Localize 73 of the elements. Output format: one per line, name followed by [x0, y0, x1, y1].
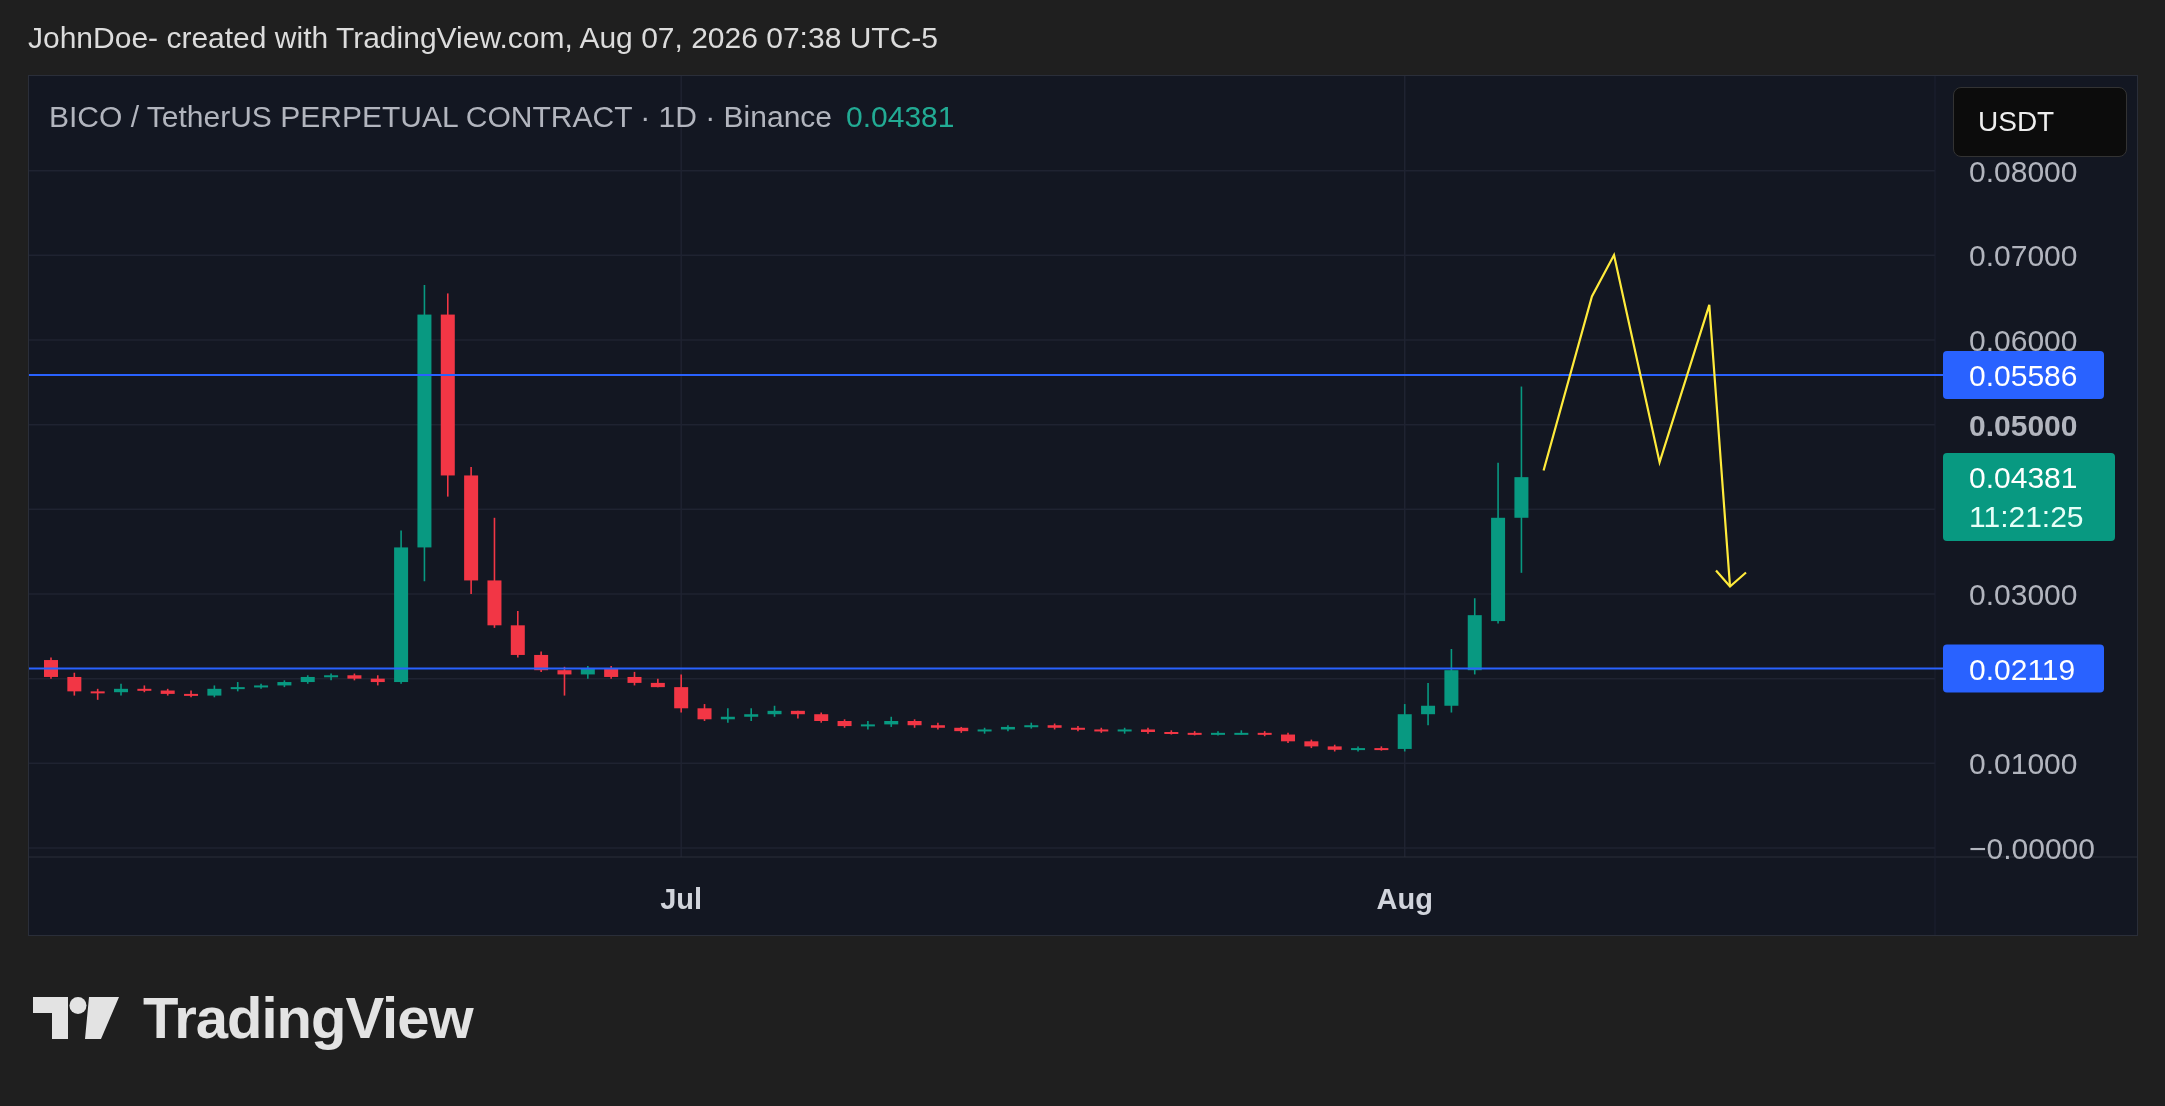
- candle: [814, 711, 829, 724]
- axis-label: Aug: [1376, 883, 1433, 915]
- candle: [230, 681, 245, 693]
- candle: [1047, 722, 1062, 731]
- candle: [1024, 721, 1039, 730]
- candle: [650, 677, 665, 688]
- candle: [1234, 729, 1249, 736]
- price-label: 0.02119: [1943, 644, 2104, 693]
- candle: [90, 688, 105, 701]
- candle: [300, 674, 315, 685]
- horizontal-line[interactable]: [29, 374, 1944, 377]
- candle: [534, 650, 549, 673]
- candle: [347, 672, 362, 682]
- candle: [1094, 726, 1109, 734]
- candle: [557, 666, 572, 697]
- axis-label: 0.05000: [1969, 408, 2078, 442]
- candle: [1397, 703, 1412, 753]
- logo-icon: [33, 996, 119, 1039]
- axis-label: 0.03000: [1969, 578, 2078, 611]
- brand-name: TradingView: [143, 984, 473, 1051]
- last-price: 0.04381: [846, 100, 955, 134]
- chart-caption: JohnDoe- created with TradingView.com, Aug 07, 2026 07:38 UTC-5: [28, 20, 938, 55]
- candle: [137, 684, 152, 693]
- candle: [744, 707, 759, 722]
- candle: [1304, 738, 1319, 749]
- candle: [277, 679, 292, 688]
- candle: [67, 671, 82, 697]
- axis-label: −0.00000: [1969, 832, 2095, 865]
- candle: [977, 726, 992, 735]
- candle: [674, 673, 689, 714]
- zigzag-arrow-drawing[interactable]: [1542, 251, 1747, 589]
- axis-label: 0.01000: [1969, 747, 2078, 781]
- candle: [510, 610, 525, 659]
- candle: [790, 710, 805, 720]
- currency-button[interactable]: USDT: [1953, 87, 2127, 157]
- candle: [1421, 682, 1436, 727]
- candle: [907, 718, 922, 729]
- candle: [184, 689, 199, 699]
- axis-label: Jul: [660, 883, 703, 915]
- candle: [720, 707, 735, 724]
- symbol-title: BICO / TetherUS PERPETUAL CONTRACT · 1D · Binance: [49, 100, 832, 134]
- candle: [1374, 745, 1389, 752]
- candle: [954, 726, 969, 734]
- candle: [580, 665, 595, 680]
- axis-label: 0.08000: [1969, 154, 2078, 188]
- candle: [837, 718, 852, 729]
- candle: [884, 715, 899, 728]
- candle: [1327, 743, 1342, 753]
- candle: [1444, 648, 1459, 714]
- candle: [627, 671, 642, 687]
- current-price: 0.04381: [1969, 461, 2078, 495]
- candle: [370, 674, 385, 687]
- candle: [1281, 732, 1295, 744]
- candle: [1351, 745, 1366, 753]
- countdown-timer: 11:21:25: [1969, 500, 2084, 534]
- candle: [1117, 726, 1132, 735]
- candle: [604, 665, 619, 680]
- candle: [160, 688, 175, 697]
- price-label: 0.05586: [1943, 351, 2104, 400]
- candle: [697, 703, 712, 722]
- candle: [114, 682, 128, 697]
- candle: [1000, 724, 1015, 732]
- candle: [254, 682, 269, 690]
- candle: [1164, 729, 1179, 736]
- candle: [1141, 726, 1155, 735]
- candle: [860, 720, 875, 731]
- candle: [1257, 730, 1272, 738]
- axis-label: 0.07000: [1969, 239, 2078, 273]
- candle: [930, 721, 945, 731]
- candle: [207, 684, 222, 699]
- candle: [767, 704, 782, 718]
- candle: [324, 672, 339, 682]
- horizontal-line[interactable]: [29, 667, 1944, 670]
